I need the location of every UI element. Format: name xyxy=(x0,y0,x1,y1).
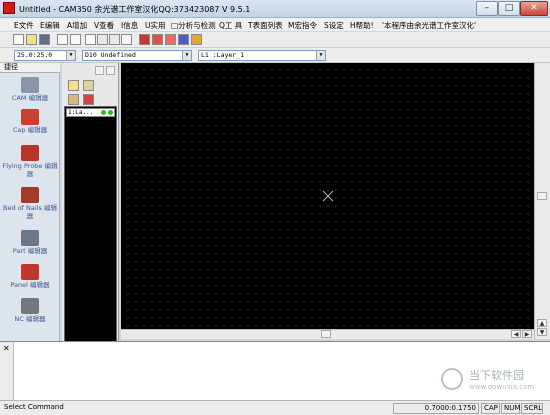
nc-editor-label: NC 编辑器 xyxy=(14,315,46,323)
cap-editor-label: Cap 编辑器 xyxy=(12,126,48,134)
menu-utilities[interactable]: U实用 xyxy=(145,20,166,31)
cam-editor-label: CAM 编辑器 xyxy=(11,94,49,102)
chevron-down-icon[interactable]: ▼ xyxy=(182,51,191,60)
layer-active-icon[interactable] xyxy=(108,110,113,115)
new-icon[interactable] xyxy=(13,34,24,45)
status-num: NUM xyxy=(501,403,520,414)
menu-settings[interactable]: S设定 xyxy=(324,20,344,31)
layer-delete-icon[interactable] xyxy=(83,94,94,105)
menu-macro[interactable]: M宏指令 xyxy=(288,20,317,31)
selector-bar: 25.0:25.0 ▼ D10 Undefined ▼ L1 :Layer_1 … xyxy=(0,48,550,63)
menu-file[interactable]: E文件 xyxy=(14,20,34,31)
title-bar: Untitled - CAM350 余光谱工作室汉化QQ:373423087 V… xyxy=(0,0,550,18)
layer-visible-icon[interactable] xyxy=(101,110,106,115)
vertical-scrollbar[interactable]: ▲ ▼ xyxy=(534,63,550,339)
nc-editor-icon xyxy=(21,298,39,314)
layer-row-label: 1:La... xyxy=(68,109,94,116)
redraw-icon[interactable] xyxy=(139,34,150,45)
panel-close-icon[interactable] xyxy=(106,66,115,75)
zoom-window-icon[interactable] xyxy=(85,34,96,45)
menu-add[interactable]: A增加 xyxy=(67,20,87,31)
menu-edit[interactable]: E编辑 xyxy=(40,20,60,31)
flying-probe-icon xyxy=(21,145,39,161)
zoom-all-icon[interactable] xyxy=(121,34,132,45)
dcode-select-value: D10 Undefined xyxy=(85,51,136,59)
close-button[interactable]: ✕ xyxy=(520,1,548,16)
color-icon[interactable] xyxy=(178,34,189,45)
watermark-title: 当下软件园 xyxy=(469,369,524,382)
crosshair-icon xyxy=(322,190,334,202)
grid-select-value: 25.0:25.0 xyxy=(17,51,53,59)
part-editor-label: Part 编辑器 xyxy=(12,247,48,255)
main-toolbar xyxy=(0,32,550,48)
zoom-in-icon[interactable] xyxy=(97,34,108,45)
watermark-url: www.downxia.com xyxy=(469,383,535,391)
horizontal-scroll-thumb[interactable] xyxy=(321,330,331,338)
flying-probe-label: Flying Probe 编辑器 xyxy=(2,162,58,178)
layer-select-value: L1 :Layer_1 xyxy=(201,51,245,59)
chevron-down-icon[interactable]: ▼ xyxy=(66,51,75,60)
bed-of-nails-icon xyxy=(21,187,39,203)
chevron-down-icon[interactable]: ▼ xyxy=(316,51,325,60)
grid-select[interactable]: 25.0:25.0 ▼ xyxy=(14,50,76,61)
watermark-logo-icon xyxy=(441,368,463,390)
window-title: Untitled - CAM350 余光谱工作室汉化QQ:373423087 V… xyxy=(19,5,251,14)
layer-add-icon[interactable] xyxy=(68,80,79,91)
menu-help[interactable]: H帮助! xyxy=(350,20,374,31)
undo-icon[interactable] xyxy=(57,34,68,45)
panel-title: 捷径 xyxy=(0,63,60,73)
open-icon[interactable] xyxy=(26,34,37,45)
menu-analysis[interactable]: □分析与检测 xyxy=(171,20,216,31)
dcode-select[interactable]: D10 Undefined ▼ xyxy=(82,50,192,61)
vertical-scroll-thumb[interactable] xyxy=(537,192,547,200)
panel-editor-label: Panel 编辑器 xyxy=(10,281,50,289)
cam-editor-icon xyxy=(21,77,39,93)
flying-probe-button[interactable]: Flying Probe 编辑器 xyxy=(0,145,60,178)
grid-icon[interactable] xyxy=(152,34,163,45)
bed-of-nails-label: Bed of Nails 编辑器 xyxy=(3,204,57,220)
menu-tables[interactable]: T表面列表 xyxy=(248,20,283,31)
horizontal-scrollbar[interactable]: ◀ ▶ xyxy=(121,329,534,339)
command-close-icon[interactable]: ✕ xyxy=(3,344,10,353)
maximize-button[interactable]: □ xyxy=(498,1,520,16)
save-icon[interactable] xyxy=(39,34,50,45)
layer-select[interactable]: L1 :Layer_1 ▼ xyxy=(198,50,326,61)
status-bar: Select Command 0.7000:0.1750 CAP NUM SCR… xyxy=(0,400,550,415)
panel-minimize-icon[interactable] xyxy=(95,66,104,75)
scroll-right-icon[interactable]: ▶ xyxy=(522,330,532,338)
status-caps: CAP xyxy=(481,403,500,414)
panel-editor-icon xyxy=(21,264,39,280)
scroll-left-icon[interactable]: ◀ xyxy=(511,330,521,338)
cap-editor-icon xyxy=(21,109,39,125)
part-editor-icon xyxy=(21,230,39,246)
bed-of-nails-button[interactable]: Bed of Nails 编辑器 xyxy=(0,187,60,220)
scroll-down-icon[interactable]: ▼ xyxy=(537,328,547,336)
minimize-button[interactable]: – xyxy=(476,1,498,16)
nc-editor-button[interactable]: NC 编辑器 xyxy=(0,298,60,323)
layer-copy-icon[interactable] xyxy=(83,80,94,91)
menu-view[interactable]: V查看 xyxy=(94,20,114,31)
drawing-canvas[interactable] xyxy=(121,63,534,329)
redo-icon[interactable] xyxy=(70,34,81,45)
cam-editor-button[interactable]: CAM 编辑器 xyxy=(0,77,60,102)
menu-tools[interactable]: Q工 具 xyxy=(219,20,242,31)
command-gutter: ✕ xyxy=(0,342,14,401)
status-message: Select Command xyxy=(4,403,64,411)
cap-editor-button[interactable]: Cap 编辑器 xyxy=(0,109,60,134)
part-editor-button[interactable]: Part 编辑器 xyxy=(0,230,60,255)
menu-info[interactable]: I信息 xyxy=(121,20,138,31)
status-coordinates: 0.7000:0.1750 xyxy=(393,403,479,414)
palette-icon[interactable] xyxy=(191,34,202,45)
status-scrl: SCRL xyxy=(521,403,543,414)
menu-bar: E文件 E编辑 A增加 V查看 I信息 U实用 □分析与检测 Q工 具 T表面列… xyxy=(0,18,550,32)
layer-icon[interactable] xyxy=(165,34,176,45)
menu-credit[interactable]: '本程序由余光谱工作室汉化' xyxy=(382,20,476,31)
scroll-up-icon[interactable]: ▲ xyxy=(537,319,547,327)
app-logo-icon[interactable] xyxy=(3,2,15,14)
watermark: 当下软件园 www.downxia.com xyxy=(437,364,547,398)
layer-open-icon[interactable] xyxy=(68,94,79,105)
panel-editor-button[interactable]: Panel 编辑器 xyxy=(0,264,60,289)
zoom-out-icon[interactable] xyxy=(109,34,120,45)
